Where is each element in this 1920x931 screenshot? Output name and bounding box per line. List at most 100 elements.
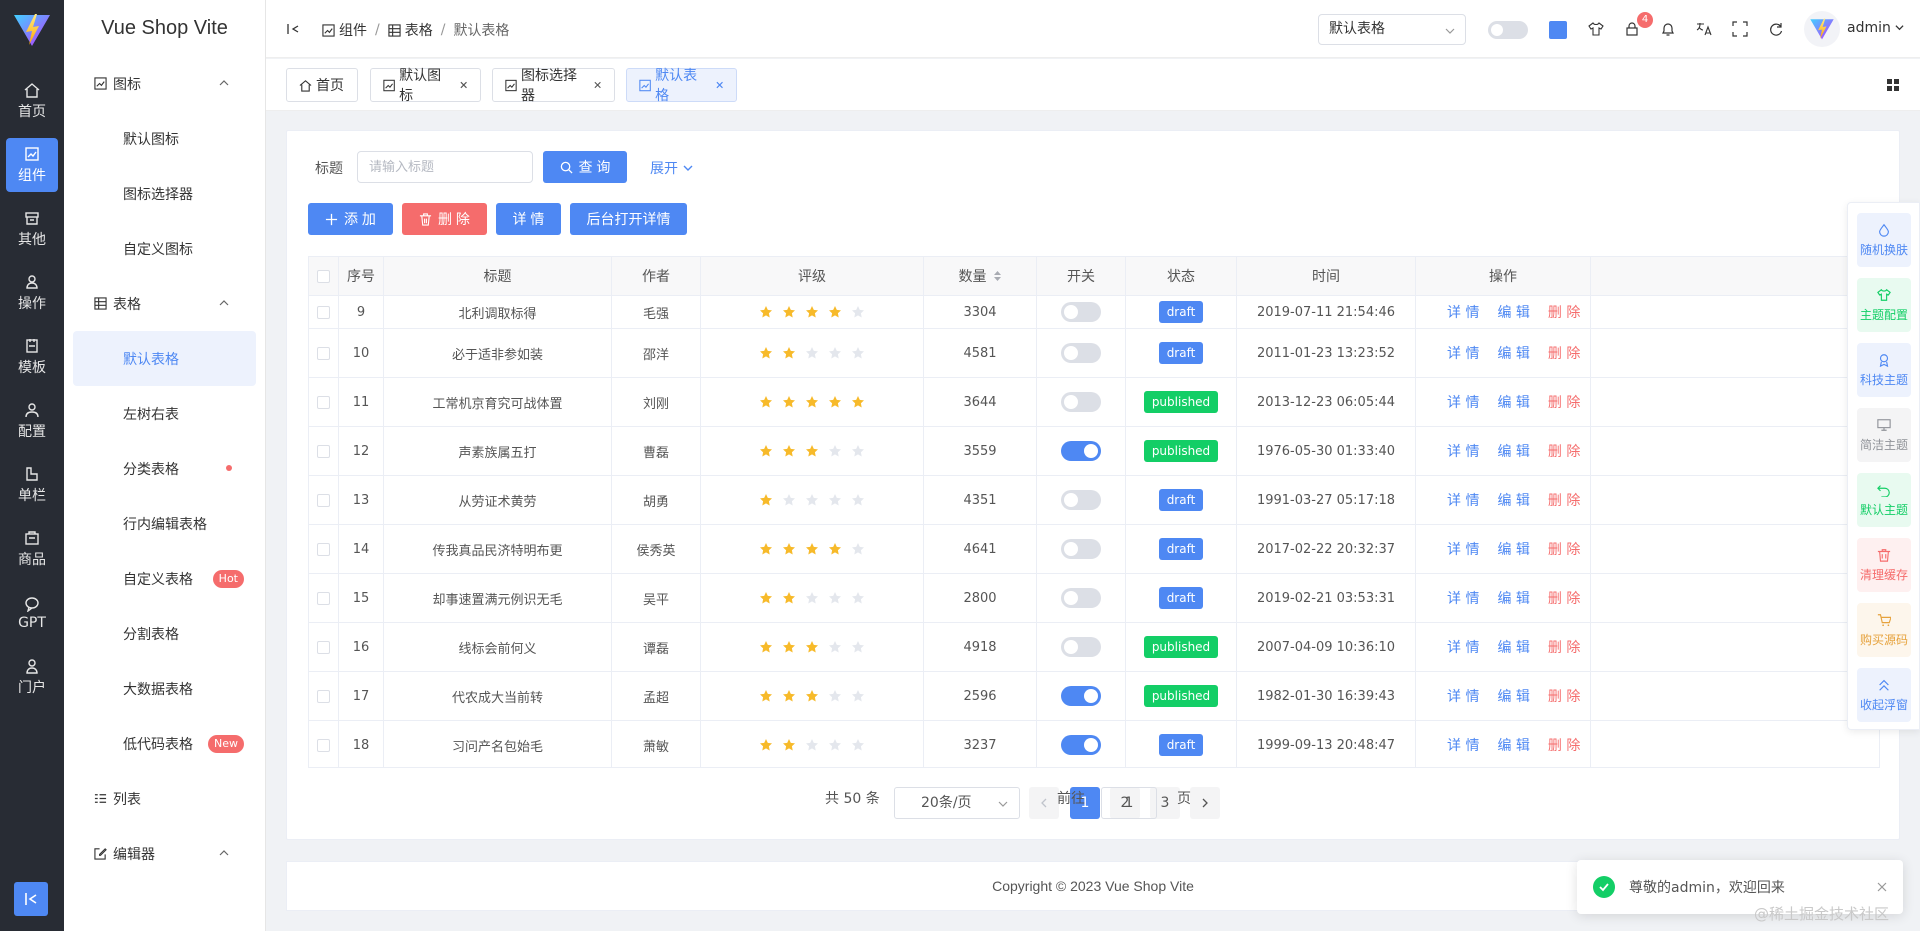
star-empty-icon[interactable] — [828, 640, 842, 654]
page-size-select[interactable]: 20条/页 — [894, 787, 1020, 819]
row-edit-link[interactable]: 编 辑 — [1497, 686, 1529, 706]
rating-stars[interactable] — [759, 689, 865, 703]
tabs-menu-grid-icon[interactable] — [1886, 78, 1900, 92]
sidebar-item[interactable]: 默认图标 — [73, 111, 256, 166]
star-filled-icon[interactable] — [759, 640, 773, 654]
background-open-detail-button[interactable]: 后台打开详情 — [570, 203, 687, 235]
float-panel-button[interactable]: 科技主题 — [1857, 343, 1911, 397]
row-delete-link[interactable]: 删 除 — [1548, 392, 1580, 412]
next-page-button[interactable] — [1190, 787, 1220, 819]
star-filled-icon[interactable] — [759, 395, 773, 409]
row-checkbox[interactable] — [317, 493, 330, 507]
star-filled-icon[interactable] — [805, 444, 819, 458]
row-switch[interactable] — [1061, 735, 1101, 755]
sidebar-item[interactable]: 低代码表格 New — [73, 716, 256, 771]
star-filled-icon[interactable] — [828, 305, 842, 319]
row-checkbox[interactable] — [317, 542, 330, 556]
notification-bell-icon[interactable] — [1660, 21, 1676, 37]
star-filled-icon[interactable] — [759, 305, 773, 319]
rating-stars[interactable] — [759, 640, 865, 654]
star-filled-icon[interactable] — [759, 493, 773, 507]
star-empty-icon[interactable] — [828, 346, 842, 360]
star-filled-icon[interactable] — [805, 640, 819, 654]
sidebar-item[interactable]: 图标选择器 — [73, 166, 256, 221]
query-button[interactable]: 查 询 — [543, 151, 627, 183]
row-switch[interactable] — [1061, 588, 1101, 608]
breadcrumb-item[interactable]: 组件 — [339, 20, 367, 40]
select-all-checkbox[interactable] — [317, 269, 330, 283]
star-empty-icon[interactable] — [828, 689, 842, 703]
rail-item[interactable]: 组件 — [6, 138, 58, 192]
title-search-input[interactable] — [357, 151, 533, 183]
row-detail-link[interactable]: 详 情 — [1447, 686, 1479, 706]
star-filled-icon[interactable] — [759, 591, 773, 605]
rail-item[interactable]: 单栏 — [6, 458, 58, 512]
row-edit-link[interactable]: 编 辑 — [1497, 302, 1529, 322]
star-filled-icon[interactable] — [828, 542, 842, 556]
star-filled-icon[interactable] — [805, 542, 819, 556]
rail-item[interactable]: GPT — [6, 586, 58, 640]
row-checkbox[interactable] — [317, 640, 330, 654]
star-filled-icon[interactable] — [782, 346, 796, 360]
rail-item[interactable]: 门户 — [6, 650, 58, 704]
star-filled-icon[interactable] — [805, 305, 819, 319]
star-empty-icon[interactable] — [851, 346, 865, 360]
tab-default-icon[interactable]: 默认图标 — [370, 68, 481, 104]
row-switch[interactable] — [1061, 686, 1101, 706]
rating-stars[interactable] — [759, 395, 865, 409]
theme-shirt-icon[interactable] — [1588, 21, 1604, 37]
rail-item[interactable]: 商品 — [6, 522, 58, 576]
row-delete-link[interactable]: 删 除 — [1548, 735, 1580, 755]
sidebar-item[interactable]: 分割表格 — [73, 606, 256, 661]
row-edit-link[interactable]: 编 辑 — [1497, 441, 1529, 461]
row-edit-link[interactable]: 编 辑 — [1497, 392, 1529, 412]
detail-button[interactable]: 详 情 — [496, 203, 561, 235]
fullscreen-icon[interactable] — [1732, 21, 1748, 37]
row-checkbox[interactable] — [317, 444, 330, 458]
row-detail-link[interactable]: 详 情 — [1447, 539, 1479, 559]
star-filled-icon[interactable] — [805, 395, 819, 409]
star-empty-icon[interactable] — [828, 591, 842, 605]
rating-stars[interactable] — [759, 738, 865, 752]
star-filled-icon[interactable] — [759, 542, 773, 556]
row-switch[interactable] — [1061, 441, 1101, 461]
sidebar-item[interactable]: 分类表格 — [73, 441, 256, 496]
row-detail-link[interactable]: 详 情 — [1447, 392, 1479, 412]
star-empty-icon[interactable] — [851, 542, 865, 556]
sidebar-item[interactable]: 自定义表格 Hot — [73, 551, 256, 606]
rail-item[interactable]: 操作 — [6, 266, 58, 320]
float-panel-button[interactable]: 清理缓存 — [1857, 538, 1911, 592]
tab-home[interactable]: 首页 — [286, 68, 358, 102]
row-detail-link[interactable]: 详 情 — [1447, 588, 1479, 608]
tab-default-table[interactable]: 默认表格 — [626, 68, 737, 104]
breadcrumb-item[interactable]: 表格 — [405, 20, 433, 40]
sidebar-item[interactable]: 行内编辑表格 — [73, 496, 256, 551]
star-empty-icon[interactable] — [805, 493, 819, 507]
row-edit-link[interactable]: 编 辑 — [1497, 637, 1529, 657]
star-filled-icon[interactable] — [782, 689, 796, 703]
float-panel-button[interactable]: 收起浮窗 — [1857, 668, 1911, 722]
star-empty-icon[interactable] — [851, 738, 865, 752]
rail-item[interactable]: 配置 — [6, 394, 58, 448]
row-switch[interactable] — [1061, 343, 1101, 363]
collapse-sidebar-button[interactable] — [14, 882, 48, 916]
menu-group-editor[interactable]: 编辑器 — [64, 826, 265, 881]
prev-page-button[interactable] — [1029, 787, 1059, 819]
select-all-checkbox-cell[interactable] — [309, 257, 339, 295]
menu-group-table[interactable]: 表格 — [64, 276, 265, 331]
row-delete-link[interactable]: 删 除 — [1548, 343, 1580, 363]
star-empty-icon[interactable] — [828, 444, 842, 458]
rail-item[interactable]: 模板 — [6, 330, 58, 384]
star-filled-icon[interactable] — [782, 591, 796, 605]
sort-icon[interactable] — [993, 270, 1002, 282]
star-empty-icon[interactable] — [828, 493, 842, 507]
translate-icon[interactable] — [1696, 21, 1712, 37]
row-switch[interactable] — [1061, 392, 1101, 412]
row-delete-link[interactable]: 删 除 — [1548, 637, 1580, 657]
close-icon[interactable] — [593, 80, 602, 90]
star-empty-icon[interactable] — [851, 689, 865, 703]
star-empty-icon[interactable] — [851, 591, 865, 605]
float-panel-button[interactable]: 随机换肤 — [1857, 213, 1911, 267]
rail-item[interactable]: 首页 — [6, 74, 58, 128]
rating-stars[interactable] — [759, 542, 865, 556]
